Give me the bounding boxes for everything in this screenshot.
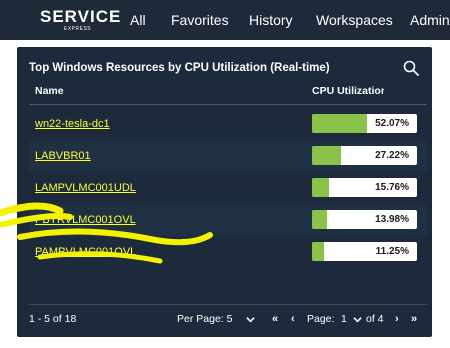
page-select-chevron-icon[interactable] — [353, 315, 362, 324]
logo-text: SERVICE — [40, 7, 122, 26]
nav-favorites[interactable]: Favorites — [171, 11, 229, 29]
cpu-bar: 15.76% — [312, 178, 417, 197]
cpu-value: 13.98% — [375, 214, 409, 225]
range-text: 1 - 5 of 18 — [29, 313, 77, 325]
cpu-bar-fill — [312, 178, 329, 197]
header-divider — [29, 104, 427, 105]
nav-all[interactable]: All — [130, 11, 146, 29]
cpu-bar-fill — [312, 114, 367, 133]
table-row: LABVBR01 27.22% — [29, 141, 427, 172]
per-page-label[interactable]: Per Page: 5 — [177, 313, 232, 325]
next-page-icon[interactable]: › — [395, 313, 399, 325]
cpu-value: 27.22% — [375, 150, 409, 161]
cpu-bar: 13.98% — [312, 210, 417, 229]
search-icon[interactable] — [403, 60, 419, 76]
top-navigation: SERVICE EXPRESS All Favorites History Wo… — [0, 0, 450, 40]
first-page-icon[interactable]: « — [272, 313, 278, 325]
footer-divider — [29, 304, 427, 305]
widget-title: Top Windows Resources by CPU Utilization… — [29, 62, 330, 74]
page-label: Page: — [307, 313, 335, 325]
prev-page-icon[interactable]: ‹ — [291, 313, 295, 325]
nav-admin[interactable]: Admin — [410, 11, 450, 29]
resource-link[interactable]: LAMPVLMC001UDL — [35, 182, 136, 194]
cpu-value: 52.07% — [375, 118, 409, 129]
column-header-name[interactable]: Name — [35, 85, 135, 97]
chevron-down-icon[interactable] — [246, 315, 255, 324]
page-number-select[interactable]: 1 — [341, 313, 347, 325]
service-express-logo[interactable]: SERVICE EXPRESS — [40, 8, 120, 34]
last-page-icon[interactable]: » — [411, 313, 417, 325]
table-row: PAMPVLMC001OVL 11.25% — [29, 237, 427, 268]
cpu-bar: 11.25% — [312, 242, 417, 261]
cpu-bar-fill — [312, 210, 327, 229]
cpu-bar-fill — [312, 242, 324, 261]
logo-subtext: EXPRESS — [64, 26, 92, 32]
cpu-value: 11.25% — [375, 246, 409, 257]
nav-workspaces[interactable]: Workspaces — [316, 11, 393, 29]
cpu-bar: 27.22% — [312, 146, 417, 165]
resource-link[interactable]: LABVBR01 — [35, 150, 91, 162]
resource-link[interactable]: PAMPVLMC001OVL — [35, 246, 136, 258]
table-row: LAMPVLMC001UDL 15.76% — [29, 173, 427, 204]
cpu-bar-fill — [312, 146, 341, 165]
cpu-utilization-widget: Top Windows Resources by CPU Utilization… — [17, 47, 432, 337]
page-total: of 4 — [366, 313, 384, 325]
cpu-bar: 52.07% — [312, 114, 417, 133]
resource-link[interactable]: wn22-tesla-dc1 — [35, 118, 110, 130]
cpu-value: 15.76% — [375, 182, 409, 193]
table-row: wn22-tesla-dc1 52.07% — [29, 109, 427, 140]
table-row: PBYRVLMC001OVL 13.98% — [29, 205, 427, 236]
resource-link[interactable]: PBYRVLMC001OVL — [35, 214, 136, 226]
nav-history[interactable]: History — [249, 11, 293, 29]
column-header-cpu[interactable]: CPU Utilization — [312, 85, 384, 97]
